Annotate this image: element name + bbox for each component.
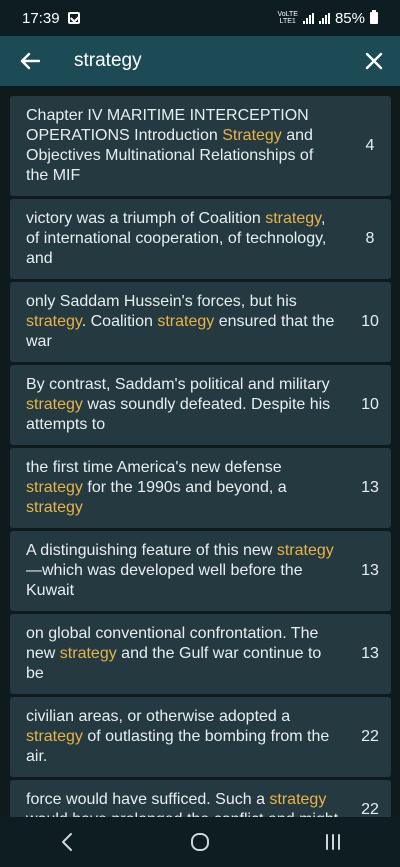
network-top-label: VoLTE bbox=[277, 11, 298, 18]
signal-2-icon bbox=[318, 12, 330, 24]
result-item[interactable]: civilian areas, or otherwise adopted a s… bbox=[10, 697, 391, 777]
result-snippet: By contrast, Saddam's political and mili… bbox=[26, 376, 331, 433]
result-snippet: on global conventional confrontation. Th… bbox=[26, 625, 322, 682]
result-page-number: 22 bbox=[361, 728, 379, 745]
result-item[interactable]: By contrast, Saddam's political and mili… bbox=[10, 365, 391, 445]
status-right: VoLTE LTE1 85% bbox=[277, 10, 378, 27]
result-item[interactable]: only Saddam Hussein's forces, but his st… bbox=[10, 282, 391, 362]
highlighted-term: strategy bbox=[26, 313, 82, 330]
nav-back-button[interactable] bbox=[37, 822, 97, 862]
home-circle-icon bbox=[190, 833, 209, 851]
search-results-list[interactable]: Chapter IV MARITIME INTERCEPTION OPERATI… bbox=[10, 96, 391, 817]
battery-percentage: 85% bbox=[334, 9, 365, 27]
battery-icon bbox=[370, 10, 378, 24]
result-page-number: 4 bbox=[365, 137, 375, 154]
network-label: VoLTE LTE1 bbox=[277, 11, 298, 25]
system-nav-bar bbox=[0, 817, 400, 867]
result-page-number: 10 bbox=[361, 396, 379, 413]
result-item[interactable]: force would have sufficed. Such a strate… bbox=[10, 780, 391, 817]
result-page-number: 10 bbox=[361, 313, 379, 330]
result-snippet: victory was a triumph of Coalition strat… bbox=[26, 210, 327, 267]
highlighted-term: strategy bbox=[59, 645, 117, 662]
chevron-left-icon bbox=[61, 833, 72, 851]
highlighted-term: strategy bbox=[26, 499, 83, 516]
close-search-button[interactable] bbox=[348, 36, 400, 86]
result-snippet: civilian areas, or otherwise adopted a s… bbox=[26, 708, 330, 765]
highlighted-term: strategy bbox=[265, 210, 321, 227]
result-snippet: only Saddam Hussein's forces, but his st… bbox=[26, 293, 335, 350]
highlighted-term: strategy bbox=[157, 313, 215, 330]
result-item[interactable]: victory was a triumph of Coalition strat… bbox=[10, 199, 391, 279]
signal-icon bbox=[302, 12, 314, 24]
nav-recents-button[interactable] bbox=[303, 822, 363, 862]
highlighted-term: strategy bbox=[26, 728, 83, 745]
result-page-number: 8 bbox=[365, 230, 375, 247]
search-query[interactable]: strategy bbox=[74, 50, 142, 72]
result-item[interactable]: A distinguishing feature of this new str… bbox=[10, 531, 391, 611]
notification-check-icon bbox=[67, 12, 80, 24]
app-bar: strategy bbox=[0, 36, 400, 86]
highlighted-term: strategy bbox=[26, 396, 83, 413]
close-icon bbox=[365, 52, 383, 70]
nav-home-button[interactable] bbox=[170, 822, 230, 862]
result-page-number: 13 bbox=[361, 562, 379, 579]
result-page-number: 22 bbox=[361, 801, 379, 817]
result-snippet: A distinguishing feature of this new str… bbox=[26, 542, 334, 599]
result-snippet: force would have sufficed. Such a strate… bbox=[26, 791, 338, 817]
arrow-left-icon bbox=[20, 52, 40, 70]
status-time: 17:39 bbox=[22, 9, 60, 27]
highlighted-term: Strategy bbox=[222, 127, 282, 144]
highlighted-term: strategy bbox=[269, 791, 327, 808]
highlighted-term: strategy bbox=[276, 542, 334, 559]
result-page-number: 13 bbox=[361, 645, 379, 662]
result-item[interactable]: Chapter IV MARITIME INTERCEPTION OPERATI… bbox=[10, 96, 391, 196]
result-item[interactable]: on global conventional confrontation. Th… bbox=[10, 614, 391, 694]
network-bottom-label: LTE1 bbox=[279, 18, 296, 25]
recents-bars-icon bbox=[326, 834, 341, 850]
result-snippet: the first time America's new defense str… bbox=[26, 459, 287, 516]
back-button[interactable] bbox=[0, 36, 60, 86]
status-bar: 17:39 VoLTE LTE1 85% bbox=[0, 0, 400, 36]
result-page-number: 13 bbox=[361, 479, 379, 496]
result-item[interactable]: the first time America's new defense str… bbox=[10, 448, 391, 528]
highlighted-term: strategy bbox=[26, 479, 83, 496]
result-snippet: Chapter IV MARITIME INTERCEPTION OPERATI… bbox=[26, 107, 314, 184]
